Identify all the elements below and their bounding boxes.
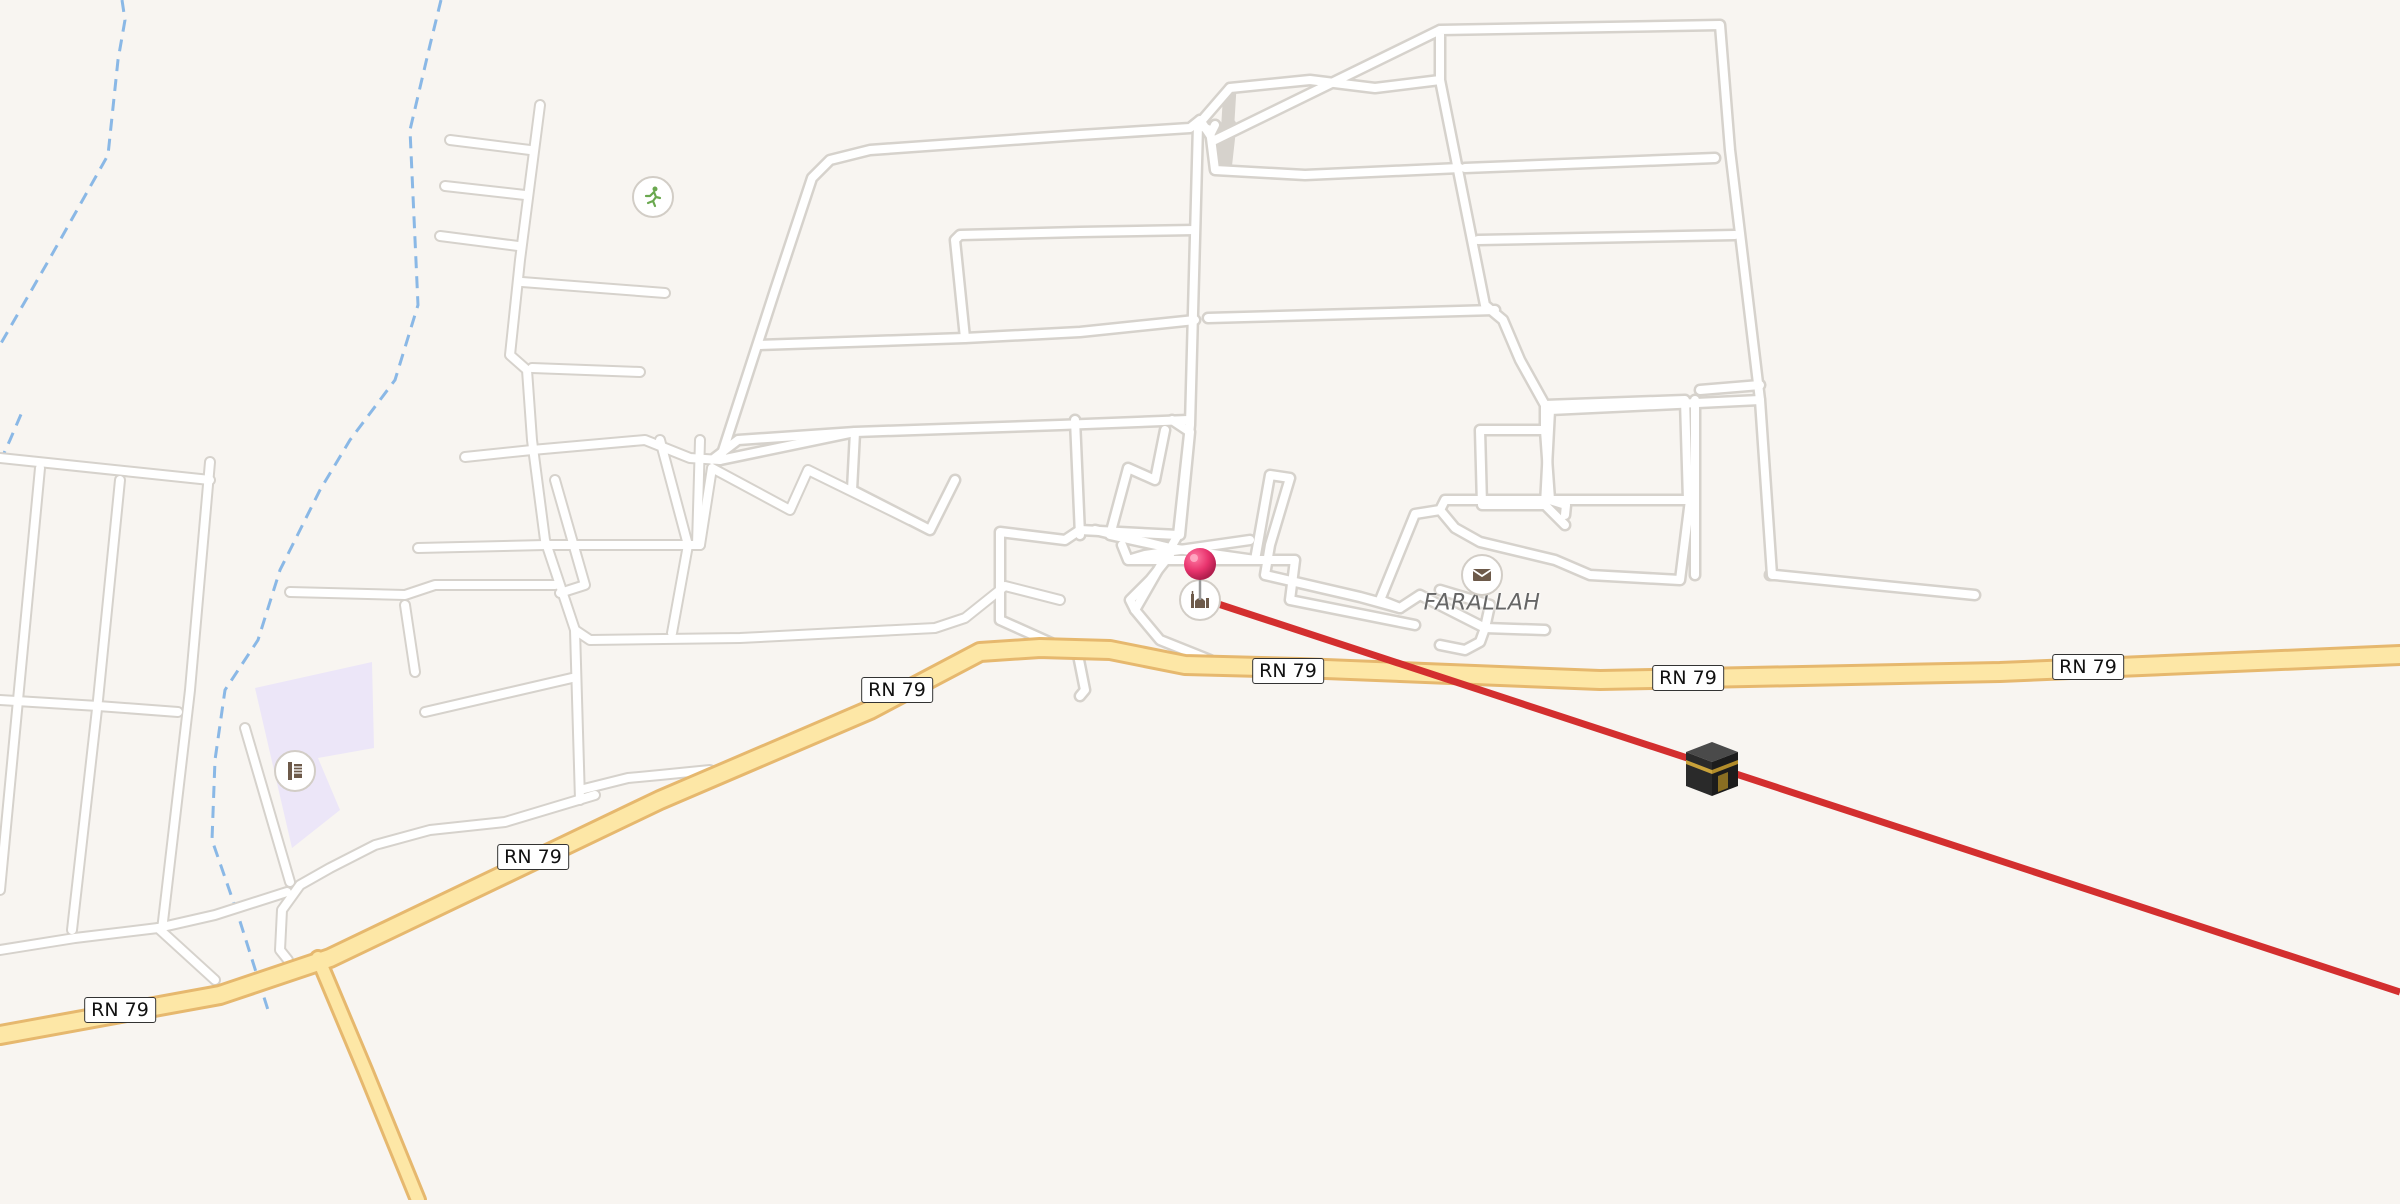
- kaaba-marker[interactable]: [1684, 740, 1740, 798]
- sports-icon: [644, 186, 662, 208]
- kaaba-icon: [1686, 742, 1738, 796]
- poi-post-office[interactable]: [1461, 554, 1503, 596]
- road-label-rn79: RN 79: [861, 677, 933, 703]
- road-label-rn79: RN 79: [497, 844, 569, 870]
- poi-school[interactable]: [274, 750, 316, 792]
- map-view[interactable]: RN 79 RN 79 RN 79 RN 79 RN 79 RN 79 FARA…: [0, 0, 2400, 1204]
- location-pin-icon: [1184, 548, 1216, 600]
- waterways: [0, 0, 443, 1011]
- road-label-rn79: RN 79: [2052, 654, 2124, 680]
- poi-sports[interactable]: [632, 176, 674, 218]
- post-office-icon: [1472, 569, 1492, 581]
- school-icon: [288, 762, 302, 780]
- road-label-rn79: RN 79: [84, 997, 156, 1023]
- road-label-rn79: RN 79: [1252, 658, 1324, 684]
- location-pin[interactable]: [1182, 546, 1218, 602]
- road-label-rn79: RN 79: [1652, 665, 1724, 691]
